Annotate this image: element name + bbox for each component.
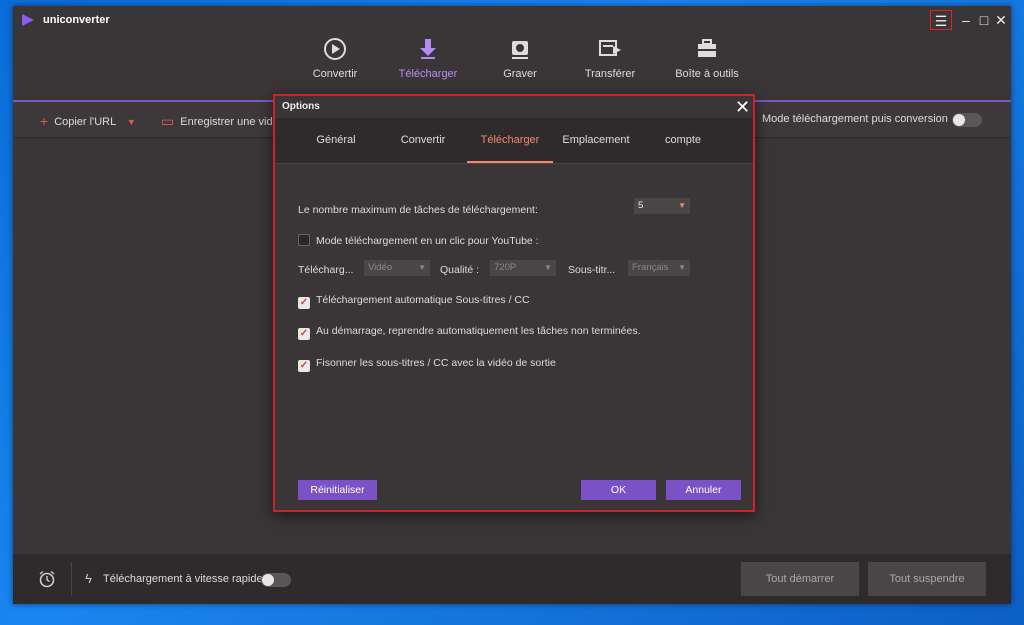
record-label: Enregistrer une vid	[180, 116, 273, 128]
dialog-tabs: Général Convertir Télécharger Emplacemen…	[275, 118, 753, 164]
toggle-knob	[953, 114, 965, 126]
tab-telecharger[interactable]: Télécharger	[388, 34, 468, 80]
subtitles-select[interactable]: Français ▼	[628, 260, 690, 276]
download-icon	[420, 39, 436, 59]
main-nav: Convertir Télécharger Graver Transférer …	[13, 34, 1011, 100]
plus-icon: +	[40, 113, 49, 129]
tab-convertir[interactable]: Convertir	[295, 34, 375, 80]
tab-telecharger[interactable]: Télécharger	[467, 134, 553, 163]
merge-subs-checkbox[interactable]: ✓	[298, 360, 310, 372]
tab-graver[interactable]: Graver	[480, 34, 560, 80]
menu-icon[interactable]: ☰	[930, 10, 952, 30]
toggle-knob	[262, 574, 274, 586]
one-click-checkbox[interactable]	[298, 234, 310, 246]
tab-label: Boîte à outils	[675, 68, 739, 80]
start-all-button[interactable]: Tout démarrer	[741, 562, 859, 596]
record-button[interactable]: ▭ Enregistrer une vid	[161, 113, 273, 130]
close-icon[interactable]: ✕	[735, 97, 750, 118]
footer-divider	[71, 562, 72, 596]
burn-icon	[512, 41, 528, 59]
tab-label: Télécharger	[398, 68, 458, 80]
merge-subs-row[interactable]: ✓ Fisonner les sous-titres / CC avec la v…	[298, 357, 556, 372]
title-bar: uniconverter ☰ – □ ✕	[13, 6, 1011, 34]
copy-url-label: Copier l'URL	[54, 116, 116, 128]
quality-value: 720P	[494, 262, 517, 273]
camera-icon: ▭	[161, 113, 175, 129]
merge-subs-label: Fisonner les sous-titres / CC avec la vi…	[316, 357, 556, 369]
toolbox-icon	[698, 39, 716, 57]
chevron-down-icon: ▼	[678, 201, 686, 210]
options-dialog: Options ✕ Général Convertir Télécharger …	[273, 94, 755, 512]
tab-emplacement[interactable]: Emplacement	[553, 134, 639, 146]
dropdown-arrow-icon[interactable]: ▼	[127, 117, 136, 127]
tab-general[interactable]: Général	[293, 134, 379, 146]
quality-label: Qualité :	[440, 264, 480, 276]
ok-button[interactable]: OK	[581, 480, 656, 500]
auto-subs-label: Téléchargement automatique Sous-titres /…	[316, 294, 530, 306]
pause-all-button[interactable]: Tout suspendre	[868, 562, 986, 596]
dialog-title: Options	[282, 101, 320, 112]
mode-label: Mode téléchargement puis conversion	[762, 113, 948, 125]
tab-compte[interactable]: compte	[640, 134, 726, 146]
tab-boite-a-outils[interactable]: Boîte à outils	[667, 34, 747, 80]
tab-label: Transférer	[584, 68, 636, 80]
close-icon[interactable]: ✕	[990, 10, 1012, 30]
lightning-icon: ϟ	[85, 571, 92, 586]
mode-toggle[interactable]	[952, 113, 982, 127]
max-tasks-select[interactable]: 5 ▼	[634, 198, 690, 214]
max-tasks-label: Le nombre maximum de tâches de télécharg…	[298, 204, 538, 216]
tab-label: Convertir	[312, 68, 358, 80]
auto-subs-row[interactable]: ✓ Téléchargement automatique Sous-titres …	[298, 294, 530, 309]
tab-transferer[interactable]: Transférer	[570, 34, 650, 80]
footer-bar: ϟ Téléchargement à vitesse rapide Tout d…	[13, 554, 1011, 604]
auto-subs-checkbox[interactable]: ✓	[298, 297, 310, 309]
app-logo-icon	[22, 14, 34, 26]
subtitles-label: Sous-titr...	[568, 264, 616, 276]
chevron-down-icon: ▼	[678, 263, 686, 272]
speed-toggle[interactable]	[261, 573, 291, 587]
max-tasks-value: 5	[638, 200, 644, 211]
reset-button[interactable]: Réinitialiser	[298, 480, 377, 500]
cancel-button[interactable]: Annuler	[666, 480, 741, 500]
speed-label: Téléchargement à vitesse rapide	[103, 573, 263, 585]
resume-row[interactable]: ✓ Au démarrage, reprendre automatiquement…	[298, 325, 641, 340]
download-type-label: Télécharg...	[298, 264, 354, 276]
alarm-clock-icon[interactable]	[38, 570, 56, 588]
copy-url-button[interactable]: + Copier l'URL ▼	[40, 113, 136, 129]
convert-icon	[324, 38, 346, 60]
quality-select[interactable]: 720P ▼	[490, 260, 556, 276]
one-click-row[interactable]: Mode téléchargement en un clic pour YouT…	[298, 234, 539, 247]
tab-label: Graver	[503, 68, 537, 80]
chevron-down-icon: ▼	[418, 263, 426, 272]
one-click-label: Mode téléchargement en un clic pour YouT…	[316, 235, 539, 247]
resume-checkbox[interactable]: ✓	[298, 328, 310, 340]
app-name: uniconverter	[43, 14, 110, 26]
resume-label: Au démarrage, reprendre automatiquement …	[316, 325, 641, 337]
download-type-select[interactable]: Vidéo ▼	[364, 260, 430, 276]
tab-convertir[interactable]: Convertir	[380, 134, 466, 146]
chevron-down-icon: ▼	[544, 263, 552, 272]
download-type-value: Vidéo	[368, 262, 393, 273]
transfer-icon	[599, 40, 621, 56]
subtitles-value: Français	[632, 262, 669, 273]
